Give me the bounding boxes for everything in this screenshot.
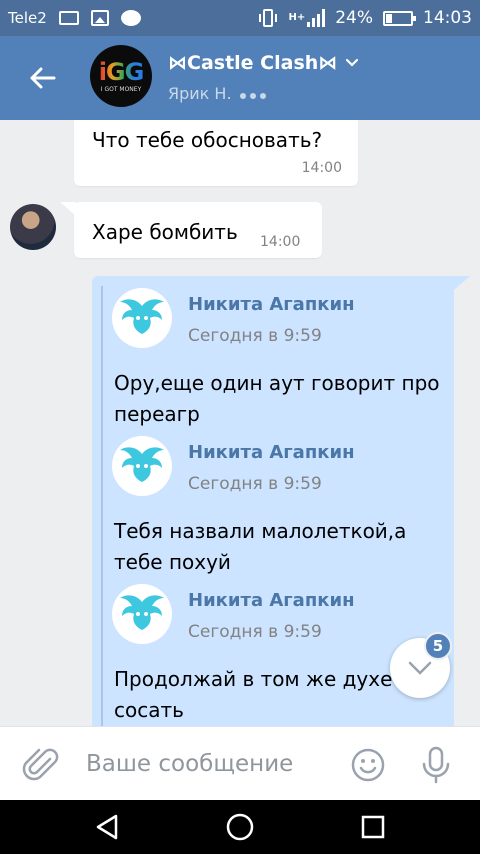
- forward-date: Сегодня в 9:59: [188, 474, 322, 494]
- back-button[interactable]: [22, 58, 62, 98]
- message-input[interactable]: Ваше сообщение: [86, 751, 293, 777]
- forward-avatar[interactable]: [112, 584, 172, 644]
- forward-date: Сегодня в 9:59: [188, 622, 322, 642]
- status-bar: Tele2 H+ 24% 14:03: [0, 0, 480, 36]
- message-list[interactable]: Что тебе обосновать? 14:00 Харе бомбить …: [0, 120, 480, 726]
- chevron-down-icon: [346, 58, 359, 67]
- nav-recents-button[interactable]: [358, 812, 388, 842]
- chat-avatar[interactable]: iGG I GOT MONEY: [90, 45, 152, 107]
- nav-back-button[interactable]: [92, 812, 122, 842]
- battery-icon: [383, 10, 416, 26]
- emoji-button[interactable]: [350, 747, 386, 783]
- forward-author[interactable]: Никита Агапкин: [188, 294, 355, 315]
- circle-home-icon: [226, 813, 254, 841]
- forward-text: Тебя назвали малолеткой,а тебе похуй: [114, 519, 407, 574]
- typing-dots-icon: [239, 84, 270, 103]
- smile-icon: [351, 748, 385, 782]
- forward-avatar[interactable]: [112, 436, 172, 496]
- chat-title-text: ⋈Castle Clash⋈: [168, 52, 338, 74]
- forward-avatar[interactable]: [112, 288, 172, 348]
- clock: 14:03: [423, 8, 472, 28]
- forward-date: Сегодня в 9:59: [188, 326, 322, 346]
- incoming-message[interactable]: Харе бомбить 14:00: [74, 202, 322, 258]
- bird-emblem-icon: [120, 299, 164, 334]
- avatar-logo-sub: I GOT MONEY: [100, 85, 142, 93]
- vibrate-icon: [259, 9, 278, 27]
- network-type: H+: [288, 12, 306, 23]
- incoming-message[interactable]: Что тебе обосновать? 14:00: [74, 120, 358, 186]
- forward-indicator-line: [101, 286, 103, 726]
- message-time: 14:00: [301, 160, 342, 176]
- square-recents-icon: [361, 815, 385, 839]
- gallery-icon: [90, 10, 109, 26]
- bird-emblem-icon: [120, 595, 164, 630]
- carrier-label: Tele2: [8, 9, 47, 27]
- bubble-tail: [454, 276, 470, 290]
- voice-record-button[interactable]: [418, 745, 454, 785]
- message-text: Харе бомбить: [92, 220, 238, 244]
- composer: Ваше сообщение: [0, 726, 480, 800]
- microphone-icon: [422, 746, 450, 784]
- chat-header: iGG I GOT MONEY ⋈Castle Clash⋈ Ярик Н.: [0, 36, 480, 120]
- sender-avatar[interactable]: [10, 204, 56, 250]
- typing-status: Ярик Н.: [168, 84, 270, 103]
- typing-user: Ярик Н.: [168, 84, 232, 103]
- nav-home-button[interactable]: [225, 812, 255, 842]
- forward-author[interactable]: Никита Агапкин: [188, 442, 355, 463]
- avatar-logo-text: iGG: [98, 57, 145, 86]
- triangle-back-icon: [96, 814, 118, 840]
- signal-icon: [307, 9, 326, 27]
- keyboard-icon: [58, 11, 79, 25]
- chevron-down-icon: [408, 661, 432, 675]
- attach-button[interactable]: [22, 745, 62, 785]
- bird-emblem-icon: [120, 447, 164, 482]
- system-nav-bar: [0, 800, 480, 854]
- message-time: 14:00: [260, 234, 301, 250]
- battery-percent: 24%: [335, 8, 373, 28]
- chat-notification-icon: [120, 10, 141, 26]
- chat-title[interactable]: ⋈Castle Clash⋈: [168, 52, 359, 74]
- unread-count-badge: 5: [424, 632, 452, 660]
- forward-text: Ору,еще один аут говорит про переагр: [114, 371, 440, 426]
- paperclip-icon: [22, 748, 59, 781]
- message-text: Что тебе обосновать?: [92, 128, 323, 152]
- arrow-left-icon: [30, 67, 56, 89]
- forward-author[interactable]: Никита Агапкин: [188, 590, 355, 611]
